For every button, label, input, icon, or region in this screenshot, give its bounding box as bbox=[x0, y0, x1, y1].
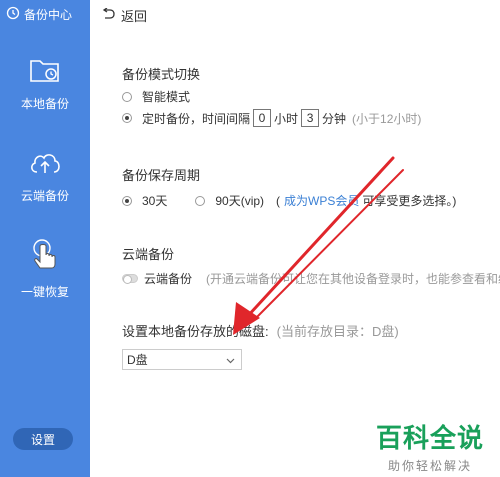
hours-input[interactable]: 0 bbox=[253, 109, 272, 127]
interval-hint: (小于12小时) bbox=[352, 111, 422, 126]
radio-90-days[interactable]: 90天(vip) bbox=[195, 192, 264, 209]
cloud-toggle-label: 云端备份 bbox=[144, 272, 193, 286]
sidebar-header: 备份中心 bbox=[0, 0, 90, 28]
sidebar-item-label: 云端备份 bbox=[20, 189, 69, 203]
retention-suffix: 可享受更多选择。) bbox=[362, 194, 457, 208]
undo-arrow-icon bbox=[102, 6, 121, 23]
sidebar-item-label: 一键恢复 bbox=[20, 285, 69, 299]
radio-circle[interactable] bbox=[195, 195, 206, 206]
sidebar-item-label: 本地备份 bbox=[20, 97, 69, 111]
watermark-slogan: 助你轻松解决 bbox=[388, 459, 473, 473]
minutes-unit: 分钟 bbox=[322, 111, 347, 126]
chevron-down-icon bbox=[226, 353, 235, 367]
opt-90-label: 90天(vip) bbox=[215, 194, 265, 208]
sidebar-item-restore[interactable]: 一键恢复 bbox=[0, 238, 90, 300]
minutes-input[interactable]: 3 bbox=[301, 109, 320, 127]
cloud-backup-row: 云端备份 (开通云端备份可让您在其他设备登录时，也能参查看和编辑 bbox=[122, 270, 500, 287]
sidebar-item-local-backup[interactable]: 本地备份 bbox=[0, 56, 90, 112]
sidebar: 备份中心 本地备份 云端备份 一键恢复 设置 bbox=[0, 0, 90, 477]
wps-member-link[interactable]: 成为WPS会员 bbox=[284, 192, 359, 209]
folder-clock-icon bbox=[29, 56, 61, 87]
backup-center-icon bbox=[6, 6, 24, 23]
disk-selected: D盘 bbox=[127, 353, 148, 367]
disk-title: 设置本地备份存放的磁盘: bbox=[122, 324, 269, 339]
retention-options: 30天 90天(vip) ( 成为WPS会员 可享受更多选择。) bbox=[122, 192, 456, 209]
radio-circle[interactable] bbox=[122, 113, 132, 123]
sidebar-title: 备份中心 bbox=[24, 7, 73, 22]
back-button[interactable]: 返回 bbox=[102, 6, 147, 25]
radio-scheduled-backup[interactable]: 定时备份，时间间隔 0 小时 3 分钟 (小于12小时) bbox=[122, 109, 421, 127]
disk-row: 设置本地备份存放的磁盘: (当前存放目录：D盘) bbox=[122, 321, 399, 340]
sidebar-item-cloud-backup[interactable]: 云端备份 bbox=[0, 148, 90, 204]
cloud-backup-toggle[interactable] bbox=[122, 274, 138, 284]
watermark-brand: 百科全说 bbox=[376, 423, 485, 453]
radio-smart-mode[interactable]: 智能模式 bbox=[122, 88, 190, 105]
topbar: 返回 bbox=[90, 0, 500, 30]
radio-circle[interactable] bbox=[122, 91, 132, 102]
retention-title: 备份保存周期 bbox=[122, 168, 201, 183]
hand-pointer-icon bbox=[28, 238, 62, 275]
disk-select[interactable]: D盘 bbox=[122, 349, 242, 370]
cloud-description: (开通云端备份可让您在其他设备登录时，也能参查看和编辑 bbox=[206, 272, 500, 286]
scheduled-label: 定时备份，时间间隔 bbox=[142, 111, 251, 126]
watermark-logo: 百科全说 助你轻松解决 bbox=[376, 418, 484, 474]
radio-circle[interactable] bbox=[122, 195, 132, 206]
hours-unit: 小时 bbox=[274, 111, 299, 126]
paren-open: ( bbox=[276, 193, 281, 208]
smart-mode-label: 智能模式 bbox=[142, 90, 191, 104]
settings-button[interactable]: 设置 bbox=[13, 428, 73, 450]
cloud-backup-title: 云端备份 bbox=[122, 247, 175, 262]
opt-30-label: 30天 bbox=[142, 194, 168, 208]
cloud-upload-icon bbox=[28, 148, 62, 179]
radio-30-days[interactable]: 30天 bbox=[122, 192, 167, 209]
disk-current: (当前存放目录：D盘) bbox=[276, 324, 399, 339]
back-label: 返回 bbox=[121, 8, 148, 24]
backup-mode-title: 备份模式切换 bbox=[122, 67, 201, 82]
